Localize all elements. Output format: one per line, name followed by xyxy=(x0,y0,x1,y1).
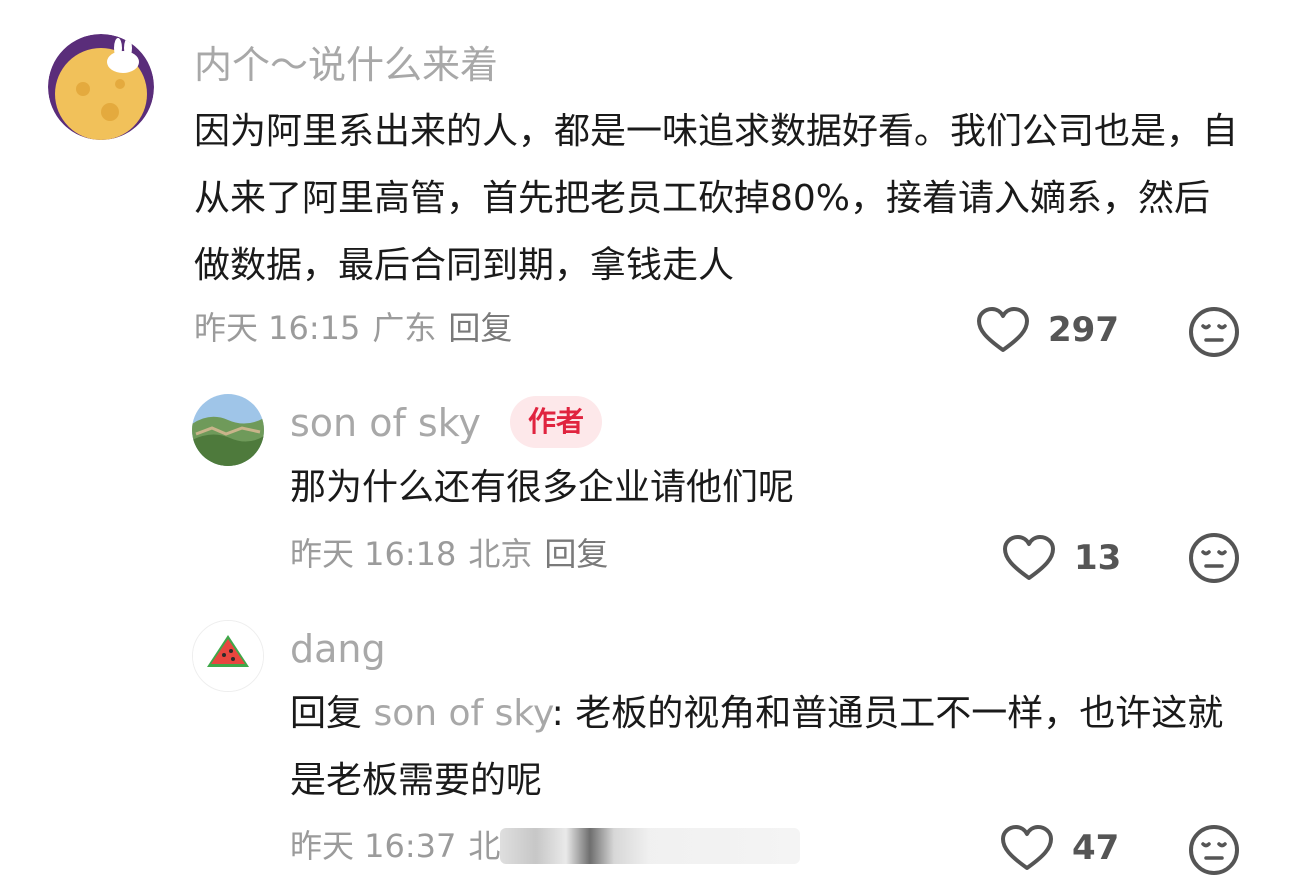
heart-icon xyxy=(1003,535,1055,580)
dislike-face-icon[interactable] xyxy=(1188,824,1240,876)
reply-prefix: 回复 xyxy=(290,693,363,734)
watermelon-avatar[interactable] xyxy=(192,620,264,692)
reply-item: dang 回复 son of sky: 老板的视角和普通员工不一样，也许这就是老… xyxy=(0,600,1290,884)
blurred-overlay xyxy=(500,828,800,864)
comment-location: 广东 xyxy=(372,309,437,347)
dislike-face-icon[interactable] xyxy=(1188,306,1240,358)
comment-username[interactable]: 内个～说什么来着 xyxy=(194,46,498,84)
reply-text: 回复 son of sky: 老板的视角和普通员工不一样，也许这就是老板需要的呢 xyxy=(290,680,1250,814)
reply-time: 昨天 16:18 xyxy=(290,535,457,573)
author-badge: 作者 xyxy=(510,396,603,448)
like-count: 13 xyxy=(1074,538,1122,578)
like-button[interactable]: 47 xyxy=(1000,822,1119,874)
reply-username[interactable]: dang xyxy=(290,630,386,668)
comment-text: 因为阿里系出来的人，都是一味追求数据好看。我们公司也是，自从来了阿里高管，首先把… xyxy=(194,111,1239,286)
reply-meta: 昨天 16:18 北京 回复 xyxy=(290,538,608,570)
reply-location: 北 xyxy=(468,827,501,865)
heart-icon xyxy=(977,307,1029,352)
great-wall-avatar[interactable] xyxy=(192,394,264,466)
moon-rabbit-avatar[interactable] xyxy=(48,34,154,140)
comment-time: 昨天 16:15 xyxy=(194,309,361,347)
reply-button[interactable]: 回复 xyxy=(544,535,608,573)
reply-username[interactable]: son of sky xyxy=(290,404,481,442)
dislike-face-icon[interactable] xyxy=(1188,532,1240,584)
like-button[interactable]: 297 xyxy=(976,304,1119,356)
like-count: 47 xyxy=(1072,828,1120,868)
heart-icon xyxy=(1001,825,1053,870)
like-count: 297 xyxy=(1048,310,1119,350)
reply-location: 北京 xyxy=(468,535,533,573)
reply-text: 那为什么还有很多企业请他们呢 xyxy=(290,467,795,508)
like-button[interactable]: 13 xyxy=(1002,532,1121,584)
mention-link[interactable]: son of sky xyxy=(373,693,551,734)
comment-meta: 昨天 16:15 广东 回复 xyxy=(194,312,512,344)
reply-item: son of sky 作者 那为什么还有很多企业请他们呢 昨天 16:18 北京回… xyxy=(0,370,1290,600)
reply-time: 昨天 16:37 xyxy=(290,827,457,865)
reply-meta: 昨天 16:37 北 xyxy=(290,830,500,862)
reply-button[interactable]: 回复 xyxy=(448,309,512,347)
comment-item: 内个～说什么来着 因为阿里系出来的人，都是一味追求数据好看。我们公司也是，自从来… xyxy=(0,0,1290,370)
